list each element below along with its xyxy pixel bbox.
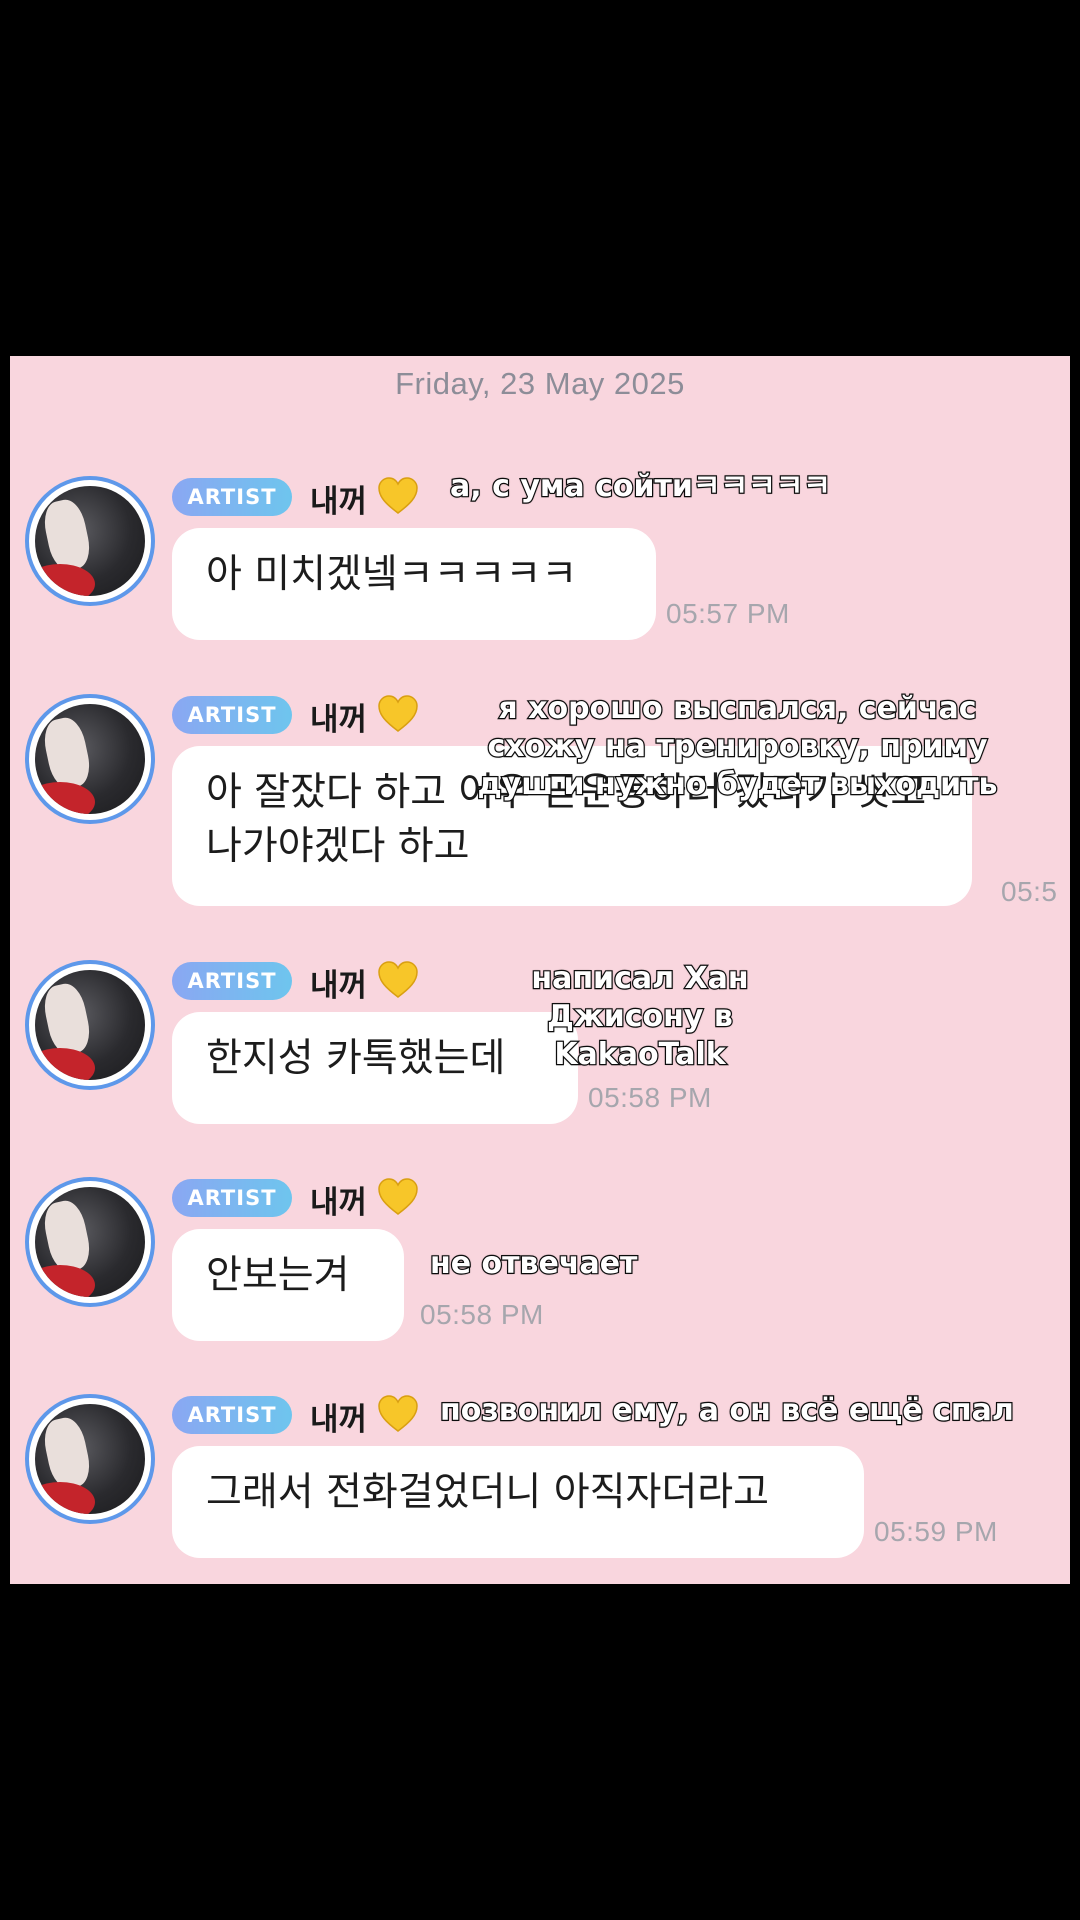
yellow-heart-icon <box>378 477 418 514</box>
translation-caption: написал Хан Джисону в KakaoTalk <box>530 960 750 1073</box>
avatar-photo <box>35 970 145 1080</box>
chat-screen: Friday, 23 May 2025 ARTIST 내꺼 아 미치겠넼ㅋㅋㅋㅋ… <box>10 356 1070 1584</box>
sender-name[interactable]: 내꺼 <box>310 960 367 1005</box>
sender-name[interactable]: 내꺼 <box>310 476 367 521</box>
message-bubble[interactable]: 안보는겨 <box>172 1229 404 1341</box>
translation-caption: я хорошо выспался, сейчас схожу на трени… <box>476 690 998 803</box>
translation-caption: не отвечает <box>429 1245 639 1282</box>
artist-badge: ARTIST <box>172 962 292 1000</box>
yellow-heart-icon <box>378 1395 418 1432</box>
message-bubble[interactable]: 아 미치겠넼ㅋㅋㅋㅋㅋ <box>172 528 656 640</box>
translation-caption: позвонил ему, а он всё ещё спал <box>439 1392 1015 1429</box>
message-time: 05:57 PM <box>666 598 790 629</box>
sender-name[interactable]: 내꺼 <box>310 1177 367 1222</box>
avatar[interactable] <box>25 476 155 606</box>
yellow-heart-icon <box>378 695 418 732</box>
message-time: 05:58 PM <box>420 1299 544 1330</box>
avatar[interactable] <box>25 1177 155 1307</box>
avatar-photo <box>35 486 145 596</box>
yellow-heart-icon <box>378 961 418 998</box>
sender-name[interactable]: 내꺼 <box>310 694 367 739</box>
artist-badge: ARTIST <box>172 1396 292 1434</box>
translation-caption: а, с ума сойтиㅋㅋㅋㅋㅋ <box>449 468 832 505</box>
message-time: 05:5 <box>1001 876 1058 907</box>
message-time: 05:59 PM <box>874 1516 998 1547</box>
avatar-photo <box>35 1187 145 1297</box>
message-time: 05:58 PM <box>588 1082 712 1113</box>
avatar[interactable] <box>25 1394 155 1524</box>
date-separator: Friday, 23 May 2025 <box>395 366 685 401</box>
sender-name[interactable]: 내꺼 <box>310 1394 367 1439</box>
artist-badge: ARTIST <box>172 478 292 516</box>
artist-badge: ARTIST <box>172 1179 292 1217</box>
avatar-photo <box>35 1404 145 1514</box>
avatar[interactable] <box>25 694 155 824</box>
artist-badge: ARTIST <box>172 696 292 734</box>
avatar[interactable] <box>25 960 155 1090</box>
message-bubble[interactable]: 그래서 전화걸었더니 아직자더라고 <box>172 1446 864 1558</box>
avatar-photo <box>35 704 145 814</box>
yellow-heart-icon <box>378 1178 418 1215</box>
